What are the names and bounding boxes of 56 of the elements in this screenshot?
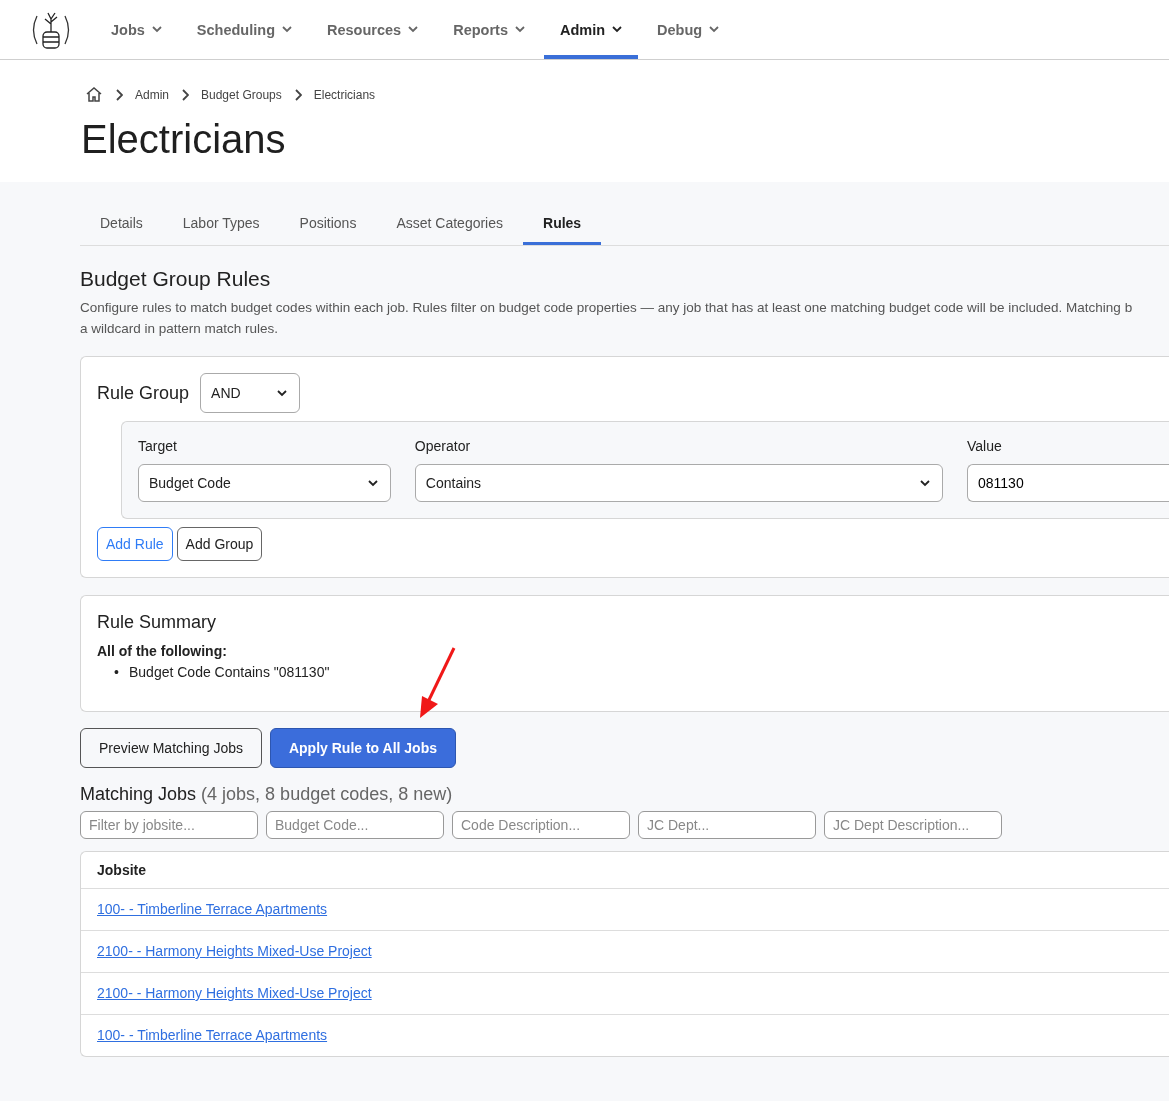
tab[interactable]: Labor Types [162, 204, 280, 245]
summary-heading: All of the following: [97, 643, 228, 659]
field-label: Operator [414, 438, 472, 454]
filter-input-field[interactable]: JC Dept... [638, 811, 816, 839]
bullet-mark: • [114, 663, 120, 681]
nav-menu-item[interactable]: Scheduling [180, 0, 308, 59]
matching-jobs-count: (4 jobs, 8 budget codes, 8 new) [201, 784, 453, 804]
home-icon[interactable] [85, 86, 103, 103]
operator-select[interactable]: AND [200, 373, 301, 413]
target-select[interactable]: Budget Code [138, 464, 391, 502]
chevron-down-icon [920, 479, 930, 487]
filter-input-field[interactable]: JC Dept Description... [824, 811, 1002, 839]
tab[interactable]: Rules [523, 204, 602, 245]
chevron-down-icon [514, 26, 525, 33]
tab[interactable]: Positions [279, 204, 377, 245]
chevron-down-icon [277, 389, 288, 397]
operator-select[interactable]: Contains [414, 464, 943, 502]
summary-item: Budget Code Contains "081130" [129, 664, 330, 680]
field-label: Target [138, 438, 178, 454]
preview-button[interactable]: Preview Matching Jobs [80, 728, 262, 768]
nav-menu-item[interactable]: Jobs [95, 0, 178, 59]
jobsite-link[interactable]: 2100- - Harmony Heights Mixed-Use Project [97, 985, 372, 1001]
add-group-button[interactable]: Add Group [176, 527, 263, 561]
chevron-down-icon [367, 479, 378, 487]
tab[interactable]: Asset Categories [376, 204, 523, 245]
chevron-right-icon [181, 88, 189, 101]
chevron-down-icon [282, 26, 292, 33]
tab[interactable]: Details [80, 204, 163, 245]
section-description: Configure rules to match budget codes within each job. Rules filter on budget code properties — any job that has at least one matching budget code will be included. Matching b a wildcard in pattern match rules. [80, 299, 1134, 338]
breadcrumb-link[interactable]: Admin [135, 87, 169, 102]
chevron-down-icon [408, 26, 419, 33]
add-rule-button[interactable]: Add Rule [97, 527, 173, 561]
nav-menu-item[interactable]: Resources [311, 0, 435, 59]
summary-title: Rule Summary [97, 612, 218, 633]
chevron-down-icon [151, 26, 162, 33]
jobsite-link[interactable]: 100- - Timberline Terrace Apartments [97, 901, 328, 917]
value-input-field[interactable]: 081130 [967, 464, 1169, 502]
filter-input-field[interactable]: Code Description... [452, 811, 630, 839]
jobsite-link[interactable]: 100- - Timberline Terrace Apartments [97, 1027, 328, 1043]
apply-rule-button[interactable]: Apply Rule to All Jobs [269, 728, 456, 768]
jobsite-link[interactable]: 2100- - Harmony Heights Mixed-Use Project [97, 943, 372, 959]
filter-input-field[interactable]: Budget Code... [266, 811, 444, 839]
nav-menu-item[interactable]: Debug [641, 0, 736, 59]
matching-jobs-title: Matching Jobs [80, 784, 197, 804]
section-title: Budget Group Rules [80, 267, 272, 291]
chevron-right-icon [293, 88, 302, 101]
filter-input-field[interactable]: Filter by jobsite... [80, 811, 258, 839]
chevron-down-icon [709, 26, 720, 33]
chevron-right-icon [115, 88, 123, 101]
rule-group-label: Rule Group [97, 382, 190, 404]
column-header: Jobsite [96, 861, 147, 880]
breadcrumb-link[interactable]: Budget Groups [201, 87, 282, 102]
chevron-down-icon [612, 26, 623, 33]
page-title: Electricians [81, 117, 287, 162]
nav-menu-item[interactable]: Reports [437, 0, 541, 59]
field-label: Value [967, 438, 1003, 454]
